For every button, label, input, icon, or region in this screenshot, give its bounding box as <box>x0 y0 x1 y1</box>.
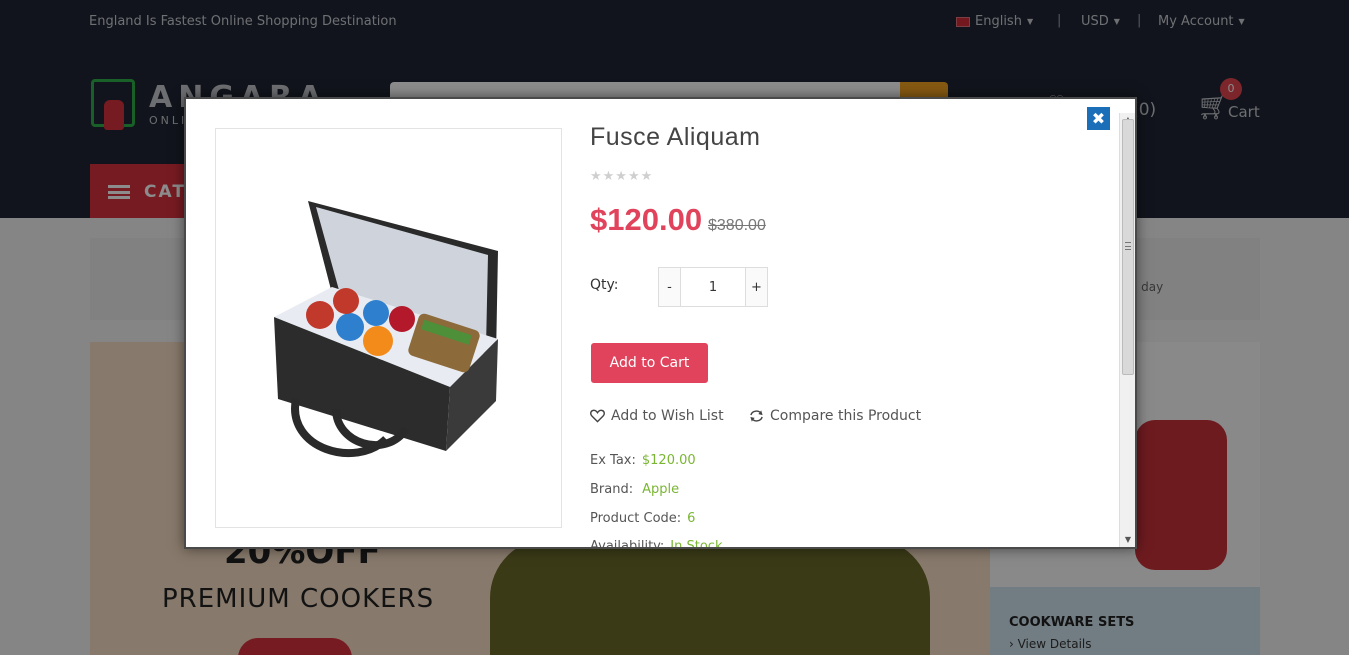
product-title: Fusce Aliquam <box>590 123 761 151</box>
qty-decrease-button[interactable]: - <box>659 268 681 306</box>
availability-value: In Stock <box>670 539 723 549</box>
add-to-cart-button[interactable]: Add to Cart <box>591 343 708 383</box>
scroll-down-arrow-icon[interactable]: ▼ <box>1120 533 1135 547</box>
product-code-label: Product Code: <box>590 511 682 526</box>
quick-view-modal: ✖ ▲ ▼ Fusce <box>184 97 1137 549</box>
compare-label: Compare this Product <box>770 408 922 424</box>
compare-product-link[interactable]: Compare this Product <box>749 408 921 424</box>
product-price: $120.00 <box>590 202 703 237</box>
brand-link[interactable]: Apple <box>642 482 679 497</box>
close-icon: ✖ <box>1091 109 1106 128</box>
brand-row: Brand: Apple <box>590 482 679 497</box>
qty-increase-button[interactable]: + <box>745 268 767 306</box>
heart-icon <box>590 409 605 423</box>
brand-label: Brand: <box>590 482 634 497</box>
availability-label: Availability: <box>590 539 665 549</box>
rating-stars: ★★★★★ <box>590 169 654 184</box>
old-price: $380.00 <box>708 217 766 234</box>
refresh-icon <box>750 410 763 422</box>
wishlist-label: Add to Wish List <box>611 408 724 424</box>
quantity-stepper: - + <box>658 267 768 307</box>
scrollbar-thumb[interactable] <box>1122 119 1134 375</box>
modal-scrollbar[interactable]: ▲ ▼ <box>1119 113 1135 547</box>
ex-tax-row: Ex Tax: $120.00 <box>590 453 696 468</box>
grip-icon <box>1125 242 1131 250</box>
close-button[interactable]: ✖ <box>1086 106 1111 131</box>
qty-input[interactable] <box>681 268 745 306</box>
product-code-row: Product Code: 6 <box>590 511 695 526</box>
ex-tax-label: Ex Tax: <box>590 453 636 468</box>
product-image-frame[interactable] <box>215 128 562 528</box>
qty-label: Qty: <box>590 277 619 293</box>
product-code-value: 6 <box>687 511 696 526</box>
add-to-wishlist-link[interactable]: Add to Wish List <box>590 408 724 424</box>
availability-row: Availability: In Stock <box>590 539 723 549</box>
ex-tax-value: $120.00 <box>641 453 696 468</box>
product-image <box>274 201 498 458</box>
